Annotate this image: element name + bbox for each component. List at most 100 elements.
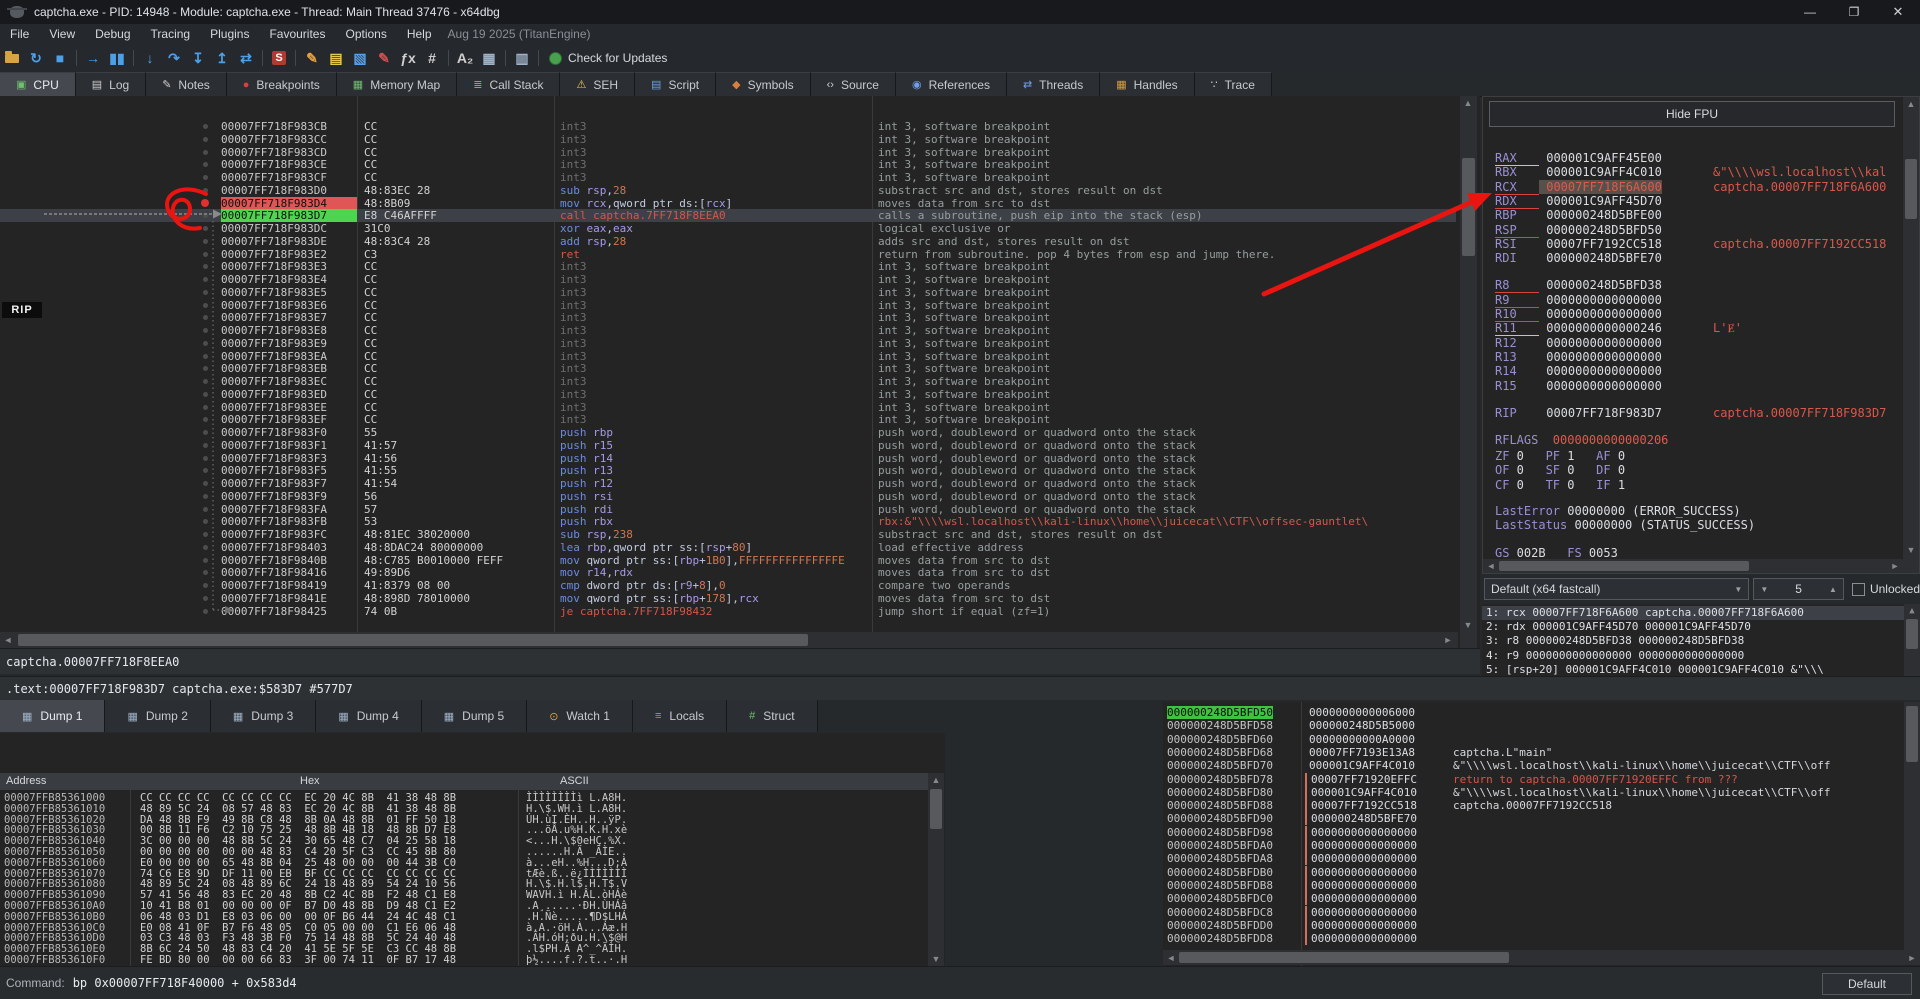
checkbox-icon[interactable] <box>1852 583 1865 596</box>
font-icon[interactable]: A₂ <box>453 47 477 69</box>
tab-cpu[interactable]: ▣CPU <box>0 72 76 96</box>
disasm-row[interactable]: 00007FF718F9840348:8DAC24 80000000lea rb… <box>0 541 1456 554</box>
disasm-row[interactable]: 00007FF718F983F741:54push r12push word, … <box>0 477 1456 490</box>
register-row-r15[interactable]: R15 0000000000000000 <box>1495 379 1905 393</box>
minimize-button[interactable]: — <box>1788 0 1832 24</box>
scroll-right-icon[interactable]: ► <box>1440 633 1456 647</box>
maximize-button[interactable]: ❐ <box>1832 0 1876 24</box>
disasm-row[interactable]: 00007FF718F9842574 0Bje captcha.7FF718F9… <box>0 605 1456 618</box>
register-row-rdx[interactable]: RDX 000001C9AFF45D70 <box>1495 194 1905 209</box>
assemble-pencil-icon[interactable]: ✎ <box>300 47 324 69</box>
tab-notes[interactable]: ✎Notes <box>146 72 227 96</box>
register-row-rdi[interactable]: RDI 000000248D5BFE70 <box>1495 251 1905 265</box>
tab-symbols[interactable]: ◆Symbols <box>716 72 810 96</box>
disasm-vscrollbar[interactable]: ▲▼ <box>1460 96 1477 648</box>
disasm-row[interactable]: 00007FF718F983EACCint3int 3, software br… <box>0 350 1456 363</box>
highlight-icon[interactable]: ✎ <box>372 47 396 69</box>
disasm-row[interactable]: 00007FF718F983E5CCint3int 3, software br… <box>0 286 1456 299</box>
scroll-left-icon[interactable]: ◄ <box>0 633 16 647</box>
step-over-icon[interactable]: ↷ <box>162 47 186 69</box>
dump-vscroll-thumb[interactable] <box>930 789 942 829</box>
disasm-row[interactable]: 00007FF718F9840B48:C785 B0010000 FEFFmov… <box>0 554 1456 567</box>
argument-count-spinner[interactable]: ▼ 5 ▲ <box>1753 578 1844 600</box>
register-row-r14[interactable]: R14 0000000000000000 <box>1495 364 1905 378</box>
register-row-r10[interactable]: R10 0000000000000000 <box>1495 307 1905 322</box>
disasm-row[interactable]: 00007FF718F983FC48:81EC 38020000sub rsp,… <box>0 528 1456 541</box>
argument-row[interactable]: 3: r8 000000248D5BFD38 000000248D5BFD38 <box>1482 634 1920 648</box>
disasm-vscroll-thumb[interactable] <box>1462 158 1475 256</box>
dump-tab-dump-4[interactable]: ▦Dump 4 <box>316 700 421 732</box>
register-row-r11[interactable]: R11 0000000000000246L'Ɇ' <box>1495 321 1905 336</box>
disasm-row[interactable]: 00007FF718F983E4CCint3int 3, software br… <box>0 273 1456 286</box>
stack-row[interactable]: 000000248D5BFD7800007FF71920EFFCreturn t… <box>1163 773 1920 786</box>
stack-hscroll-thumb[interactable] <box>1179 952 1509 963</box>
stack-row[interactable]: 000000248D5BFDA00000000000000000 <box>1163 839 1920 852</box>
dump-vscrollbar[interactable]: ▲▼ <box>928 773 944 966</box>
scroll-up-icon[interactable]: ▲ <box>1904 604 1920 618</box>
registers-vscrollbar[interactable]: ▲▼ <box>1903 97 1919 573</box>
tab-source[interactable]: ‹›Source <box>811 72 896 96</box>
register-row-rflags[interactable]: RFLAGS 0000000000000206 <box>1495 433 1668 447</box>
pause-icon[interactable]: ▮▮ <box>105 47 129 69</box>
tab-threads[interactable]: ⇄Threads <box>1007 72 1100 96</box>
disasm-row[interactable]: 00007FF718F983DE48:83C4 28add rsp,28adds… <box>0 235 1456 248</box>
disasm-row[interactable]: 00007FF718F9841941:8379 08 00cmp dword p… <box>0 579 1456 592</box>
disasm-hscrollbar[interactable]: ◄► <box>0 632 1458 648</box>
stack-row[interactable]: 000000248D5BFDC80000000000000000 <box>1163 906 1920 919</box>
patches-icon[interactable]: ▧ <box>348 47 372 69</box>
register-row-r8[interactable]: R8 000000248D5BFD38 <box>1495 278 1905 293</box>
argument-row[interactable]: 4: r9 0000000000000000 0000000000000000 <box>1482 649 1920 663</box>
disasm-row[interactable]: 00007FF718F983E6CCint3int 3, software br… <box>0 299 1456 312</box>
tab-call-stack[interactable]: ≣Call Stack <box>457 72 560 96</box>
stack-row[interactable]: 000000248D5BFDB80000000000000000 <box>1163 879 1920 892</box>
menu-item-plugins[interactable]: Plugins <box>200 24 259 44</box>
command-input[interactable]: bp 0x00007FF718F40000 + 0x583d4 <box>73 976 297 990</box>
disasm-row[interactable]: 00007FF718F9841E48:898D 78010000mov qwor… <box>0 592 1456 605</box>
disasm-row[interactable]: 00007FF718F983D048:83EC 28sub rsp,28subs… <box>0 184 1456 197</box>
disasm-row[interactable]: 00007FF718F983CECCint3int 3, software br… <box>0 158 1456 171</box>
disasm-row[interactable]: 00007FF718F983F341:56push r14push word, … <box>0 452 1456 465</box>
disasm-row[interactable]: 00007FF718F983D7E8 C46AFFFFcall captcha.… <box>0 209 1456 222</box>
step-into-icon[interactable]: ↓ <box>138 47 162 69</box>
registers-hscroll-thumb[interactable] <box>1499 561 1749 571</box>
menu-item-view[interactable]: View <box>39 24 85 44</box>
disasm-row[interactable]: 00007FF718F983EFCCint3int 3, software br… <box>0 413 1456 426</box>
dump-pane[interactable]: Address Hex ASCII 00007FFB85361000CC CC … <box>0 733 945 966</box>
registers-vscroll-thumb[interactable] <box>1905 159 1917 219</box>
disasm-row[interactable]: 00007FF718F983FB53push rbxrbx:&"\\\\wsl.… <box>0 515 1456 528</box>
menu-item-favourites[interactable]: Favourites <box>259 24 335 44</box>
calling-convention-select[interactable]: Default (x64 fastcall) ▼ <box>1484 578 1749 600</box>
registers-hscrollbar[interactable]: ◄► <box>1483 559 1903 573</box>
scroll-right-icon[interactable]: ► <box>1887 559 1903 573</box>
run-until-return-icon[interactable]: ↥ <box>210 47 234 69</box>
disasm-row[interactable]: 00007FF718F983E2C3retreturn from subrout… <box>0 248 1456 261</box>
spinner-down-icon[interactable]: ▼ <box>1760 585 1768 594</box>
disasm-row[interactable]: 00007FF718F983EBCCint3int 3, software br… <box>0 362 1456 375</box>
disasm-row[interactable]: 00007FF718F983E7CCint3int 3, software br… <box>0 311 1456 324</box>
dump-tab-locals[interactable]: ≡Locals <box>633 700 727 732</box>
disasm-row[interactable]: 00007FF718F983CBCCint3int 3, software br… <box>0 120 1456 133</box>
script-icon[interactable]: S <box>267 47 291 69</box>
tab-log[interactable]: ▤Log <box>76 72 146 96</box>
register-row-rsp[interactable]: RSP 000000248D5BFD50 <box>1495 223 1905 238</box>
stack-row[interactable]: 000000248D5BFDD00000000000000000 <box>1163 919 1920 932</box>
tab-handles[interactable]: ▦Handles <box>1100 72 1194 96</box>
scroll-down-icon[interactable]: ▼ <box>1903 543 1919 557</box>
register-row-r12[interactable]: R12 0000000000000000 <box>1495 336 1905 350</box>
run-icon[interactable]: → <box>81 47 105 69</box>
stack-row[interactable]: 000000248D5BFDC00000000000000000 <box>1163 892 1920 905</box>
breakpoint-dot[interactable] <box>201 199 209 207</box>
stack-row[interactable]: 000000248D5BFD500000000000006000 <box>1163 706 1920 719</box>
argument-row[interactable]: 1: rcx 00007FF718F6A600 captcha.00007FF7… <box>1482 606 1920 620</box>
args-vscroll-thumb[interactable] <box>1906 619 1918 649</box>
spinner-up-icon[interactable]: ▲ <box>1829 585 1837 594</box>
disasm-row[interactable]: 00007FF718F983F541:55push r13push word, … <box>0 464 1456 477</box>
scroll-up-icon[interactable]: ▲ <box>928 773 944 787</box>
disasm-row[interactable]: 00007FF718F983E8CCint3int 3, software br… <box>0 324 1456 337</box>
menu-item-file[interactable]: File <box>0 24 39 44</box>
memory-icon[interactable]: ▥ <box>510 47 534 69</box>
dump-tab-watch-1[interactable]: ⊙Watch 1 <box>527 700 633 732</box>
unlocked-checkbox[interactable]: Unlocked <box>1852 582 1920 596</box>
arguments-list[interactable]: 1: rcx 00007FF718F6A600 captcha.00007FF7… <box>1482 604 1920 678</box>
close-button[interactable]: ✕ <box>1876 0 1920 24</box>
